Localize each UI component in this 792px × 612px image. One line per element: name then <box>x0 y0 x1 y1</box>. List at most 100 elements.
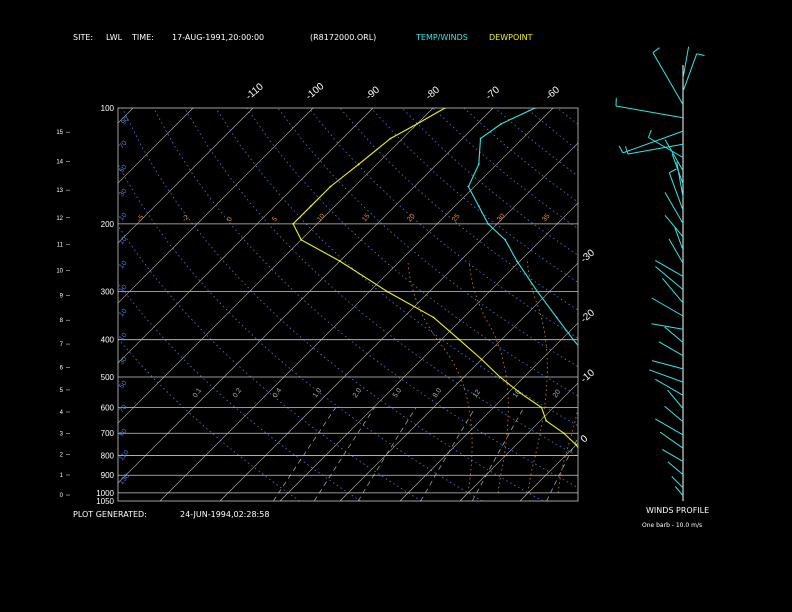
height-tick-label: 2 <box>60 452 64 458</box>
pressure-tick-label: 500 <box>101 373 115 382</box>
isotherm-line <box>159 108 554 501</box>
wind-barb <box>649 369 684 383</box>
isotherm-line <box>459 382 578 501</box>
dewpoint-point <box>432 316 435 319</box>
moist-adiabat-label: 5 <box>271 216 279 224</box>
temperature-point <box>504 238 507 241</box>
isotherm-line <box>279 202 578 501</box>
dry-adiabat <box>432 108 578 230</box>
dry-adiabat-label: 10 <box>118 236 128 247</box>
mixing-ratio-label: 0.1 <box>192 387 203 399</box>
temperature-point <box>612 392 614 394</box>
dry-adiabat <box>118 163 483 501</box>
mixing-ratio-line <box>652 408 692 502</box>
dry-adiabat-label: 70 <box>118 404 128 415</box>
wind-barb-flag <box>618 145 624 154</box>
dry-adiabat <box>118 282 361 501</box>
height-tick-label: 15 <box>56 130 63 136</box>
mixing-ratio-line <box>673 408 712 502</box>
height-tick-label: 7 <box>60 342 64 348</box>
wind-barb-flag <box>652 47 660 54</box>
wind-barb <box>655 259 684 277</box>
dry-adiabat <box>401 108 578 256</box>
dry-adiabat <box>122 108 544 501</box>
dry-adiabat-label: 10 <box>118 260 128 271</box>
dry-adiabat-label: 30 <box>118 188 128 199</box>
dewpoint-point <box>309 205 312 208</box>
moist-adiabat <box>738 261 792 493</box>
dewpoint-point <box>444 108 446 109</box>
mixing-ratio-line <box>313 407 375 501</box>
dewpoint-point <box>562 432 565 435</box>
dry-adiabat <box>619 108 792 501</box>
dry-adiabat <box>494 108 578 177</box>
moist-adiabat-label: 0 <box>226 216 234 224</box>
dewpoint-point <box>480 358 483 361</box>
dewpoint-point <box>629 474 631 476</box>
isotherm-line <box>118 108 434 424</box>
pressure-tick-label: 400 <box>101 336 115 345</box>
dewpoint-point <box>575 443 578 446</box>
dry-adiabat <box>588 108 792 501</box>
dry-adiabat-label: 110 <box>118 449 131 462</box>
dry-adiabat <box>215 108 578 427</box>
dry-adiabat <box>339 108 578 311</box>
skewt-chart: 1002003004005006007008009001000105001234… <box>0 46 792 506</box>
plot-frame <box>117 107 579 502</box>
pressure-tick-label: 700 <box>101 429 115 438</box>
moist-adiabat-label: 10 <box>316 213 326 224</box>
isotherm-line <box>700 108 792 501</box>
dry-adiabat-label: 50 <box>118 380 128 391</box>
pressure-tick-label: 300 <box>101 288 115 297</box>
isotherm-line <box>219 142 578 501</box>
pressure-tick-label: 1050 <box>96 497 114 506</box>
temperature-point <box>477 163 480 166</box>
height-tick-label: 9 <box>60 294 64 300</box>
wind-barb <box>667 461 684 475</box>
wind-barb <box>668 238 684 264</box>
pressure-tick-label: 600 <box>101 403 115 412</box>
wind-barb <box>674 486 684 497</box>
moist-adiabat-label: 25 <box>451 213 461 224</box>
isotherm-right-label: -20 <box>579 307 597 325</box>
wind-barb <box>651 323 684 330</box>
isotherm-line <box>118 108 374 364</box>
dry-adiabat-label: 10 <box>118 212 128 223</box>
isotherm-top-label: -110 <box>244 81 266 102</box>
temperature-point <box>479 137 482 140</box>
temperature-point <box>572 338 575 341</box>
mixing-ratio-label: 12 <box>472 389 482 399</box>
isotherm-top-label: -100 <box>304 81 327 103</box>
pressure-tick-label: 900 <box>101 471 115 480</box>
mixing-ratio-label: 1.0 <box>312 387 323 399</box>
wind-barb-flag <box>669 168 677 174</box>
isotherm-top-label: -70 <box>484 84 502 102</box>
dewpoint-point <box>499 376 501 378</box>
height-tick-label: 11 <box>57 243 64 249</box>
barb-note: One barb - 10.0 m/s <box>642 522 703 529</box>
dry-adiabat-label: 50 <box>118 164 128 175</box>
wind-barb <box>661 448 684 462</box>
wind-barb <box>664 326 684 343</box>
generated-value: 24-JUN-1994,02:28:58 <box>180 510 270 519</box>
dewpoint-point <box>292 223 294 225</box>
isotherm-line <box>0 108 73 501</box>
isotherm-line <box>399 322 578 501</box>
temperature-point <box>536 290 539 293</box>
dewpoint-point <box>632 483 634 485</box>
generated-label: PLOT GENERATED: <box>73 510 147 519</box>
dewpoint-point <box>583 455 585 457</box>
wind-barb <box>674 227 684 251</box>
height-tick-label: 10 <box>56 268 63 274</box>
mixing-ratio-label: 20 <box>552 389 562 399</box>
height-tick-label: 12 <box>56 216 63 222</box>
wind-barb <box>662 277 684 304</box>
mixing-ratio-line <box>357 407 417 501</box>
wind-barb-flag <box>696 53 705 56</box>
moist-adiabat <box>768 261 792 493</box>
wind-barb <box>655 418 684 436</box>
height-tick-label: 13 <box>56 188 63 194</box>
temperature-point <box>649 455 651 457</box>
dewpoint-point <box>339 260 341 262</box>
mixing-ratio-label: 8.0 <box>432 387 443 399</box>
